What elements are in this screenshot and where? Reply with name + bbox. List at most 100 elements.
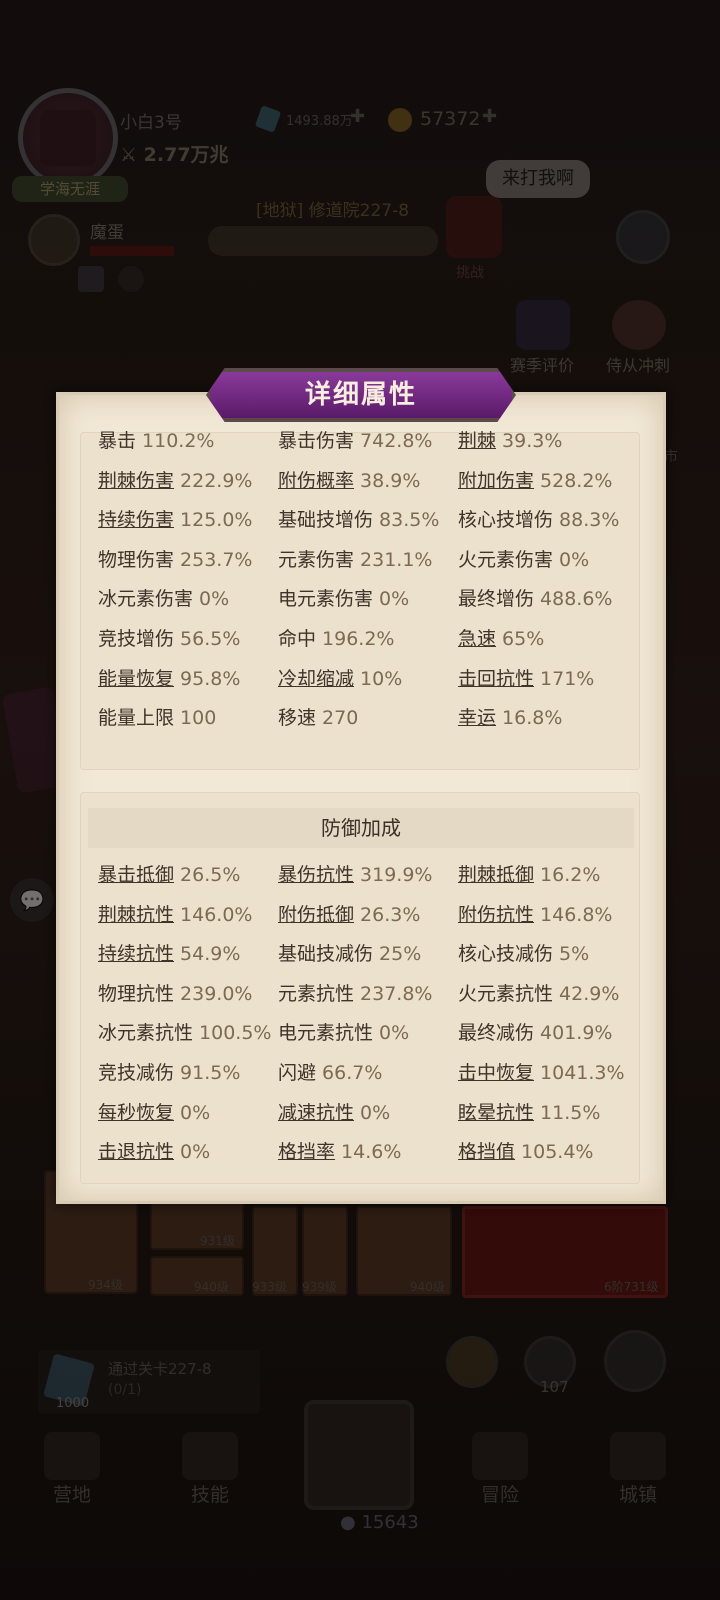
stat-item[interactable]: 附伤抵御 26.3% [278, 900, 420, 927]
stat-label: 能量上限 [98, 707, 175, 730]
stat-label: 竞技增伤 [98, 628, 175, 650]
stat-label[interactable]: 击退抗性 [98, 1141, 174, 1163]
stat-label: 冰元素抗性 [98, 1022, 194, 1045]
stat-value: 11.5% [540, 1101, 601, 1124]
stat-label[interactable]: 格挡值 [458, 1141, 515, 1163]
stat-label[interactable]: 荆棘抵御 [458, 864, 534, 886]
stat-label[interactable]: 暴伤抗性 [278, 864, 354, 886]
stat-item: 基础技减伤 25% [278, 939, 421, 966]
stat-label[interactable]: 每秒恢复 [98, 1102, 174, 1124]
stat-value: 231.1% [360, 548, 433, 571]
stat-label: 元素抗性 [278, 982, 355, 1005]
stat-label: 命中 [278, 628, 317, 650]
stat-label[interactable]: 荆棘抗性 [98, 904, 174, 926]
stat-item[interactable]: 附伤抗性 146.8% [458, 900, 612, 927]
stat-value: 270 [322, 707, 359, 730]
stat-label[interactable]: 附加伤害 [458, 470, 534, 492]
stat-item[interactable]: 格挡率 14.6% [278, 1137, 401, 1164]
stat-label[interactable]: 急速 [458, 628, 496, 650]
stat-item: 核心技减伤 5% [458, 939, 589, 966]
stat-label: 闪避 [278, 1062, 317, 1084]
stat-label[interactable]: 减速抗性 [278, 1102, 354, 1124]
stat-label: 电元素抗性 [278, 1022, 374, 1045]
stat-label[interactable]: 附伤抵御 [278, 904, 354, 926]
stat-item[interactable]: 暴击抵御 26.5% [98, 860, 240, 887]
stat-label: 移速 [278, 707, 317, 730]
stat-value: 5% [559, 943, 590, 966]
stat-value: 0% [180, 1141, 211, 1164]
stat-item[interactable]: 每秒恢复 0% [98, 1098, 210, 1125]
stat-value: 146.8% [540, 903, 613, 926]
stat-label[interactable]: 荆棘伤害 [98, 470, 174, 492]
stat-item[interactable]: 荆棘伤害 222.9% [98, 466, 252, 493]
stat-item[interactable]: 眩晕抗性 11.5% [458, 1098, 600, 1125]
stat-value: 401.9% [540, 1022, 613, 1045]
stat-label: 元素伤害 [278, 548, 355, 571]
stat-item[interactable]: 减速抗性 0% [278, 1098, 390, 1125]
stat-item[interactable]: 持续抗性 54.9% [98, 939, 240, 966]
stat-item[interactable]: 附伤概率 38.9% [278, 466, 420, 493]
stat-label[interactable]: 击回抗性 [458, 668, 534, 690]
stat-label: 核心技增伤 [458, 509, 554, 532]
stat-item: 命中 196.2% [278, 624, 394, 651]
stat-value: 146.0% [180, 903, 253, 926]
stat-item[interactable]: 暴伤抗性 319.9% [278, 860, 432, 887]
stat-item[interactable]: 荆棘抗性 146.0% [98, 900, 252, 927]
stat-label[interactable]: 荆棘 [458, 430, 496, 452]
stat-value: 0% [180, 1101, 211, 1124]
stat-label: 电元素伤害 [278, 588, 374, 611]
stat-value: 25% [379, 943, 422, 966]
stat-label[interactable]: 格挡率 [278, 1141, 335, 1163]
stat-item: 元素伤害 231.1% [278, 545, 432, 572]
stat-item[interactable]: 持续伤害 125.0% [98, 505, 252, 532]
stat-item[interactable]: 荆棘 39.3% [458, 426, 562, 453]
stat-value: 16.2% [540, 864, 601, 886]
stat-item[interactable]: 幸运 16.8% [458, 703, 562, 730]
stat-label[interactable]: 暴击抵御 [98, 864, 174, 886]
stat-value: 222.9% [180, 469, 253, 492]
stat-label[interactable]: 击中恢复 [458, 1062, 534, 1084]
panel-title: 详细属性 [304, 380, 417, 410]
stat-item[interactable]: 击退抗性 0% [98, 1137, 210, 1164]
stat-value: 39.3% [502, 430, 563, 452]
stat-item: 暴击 110.2% [98, 426, 214, 453]
stat-value: 105.4% [521, 1141, 594, 1164]
stat-label[interactable]: 附伤抗性 [458, 904, 534, 926]
stat-value: 38.9% [360, 469, 421, 492]
stat-item: 最终减伤 401.9% [458, 1018, 612, 1045]
stat-value: 10% [360, 667, 403, 690]
stat-label: 火元素抗性 [458, 982, 554, 1005]
stat-item: 火元素抗性 42.9% [458, 979, 619, 1006]
stat-item: 电元素抗性 0% [278, 1018, 409, 1045]
stat-label[interactable]: 持续抗性 [98, 943, 174, 965]
stat-label[interactable]: 眩晕抗性 [458, 1102, 534, 1124]
stat-item[interactable]: 附加伤害 528.2% [458, 466, 612, 493]
stat-label: 竞技减伤 [98, 1062, 175, 1084]
stat-label[interactable]: 附伤概率 [278, 470, 354, 492]
stat-value: 1041.3% [540, 1062, 625, 1084]
stat-value: 488.6% [540, 588, 613, 611]
stat-item: 核心技增伤 88.3% [458, 505, 619, 532]
stat-label[interactable]: 幸运 [458, 707, 496, 729]
stat-item: 基础技增伤 83.5% [278, 505, 439, 532]
stat-item[interactable]: 荆棘抵御 16.2% [458, 860, 600, 887]
stat-value: 42.9% [559, 982, 620, 1005]
stat-item[interactable]: 能量恢复 95.8% [98, 664, 240, 691]
stat-item: 冰元素抗性 100.5% [98, 1018, 271, 1045]
stat-item[interactable]: 急速 65% [458, 624, 544, 651]
stat-value: 14.6% [341, 1141, 402, 1164]
stat-value: 16.8% [502, 707, 563, 730]
stat-label: 物理抗性 [98, 982, 175, 1005]
stat-item[interactable]: 击回抗性 171% [458, 664, 594, 691]
stat-label[interactable]: 能量恢复 [98, 668, 174, 690]
stat-item: 物理抗性 239.0% [98, 979, 252, 1006]
stat-item[interactable]: 冷却缩减 10% [278, 664, 402, 691]
stat-label: 暴击伤害 [278, 430, 355, 452]
stat-item[interactable]: 击中恢复 1041.3% [458, 1058, 625, 1085]
stat-item[interactable]: 格挡值 105.4% [458, 1137, 593, 1164]
stat-label[interactable]: 冷却缩减 [278, 668, 354, 690]
stat-label[interactable]: 持续伤害 [98, 509, 174, 531]
stat-value: 528.2% [540, 469, 613, 492]
stat-value: 100 [180, 707, 217, 730]
stat-value: 0% [559, 548, 590, 571]
